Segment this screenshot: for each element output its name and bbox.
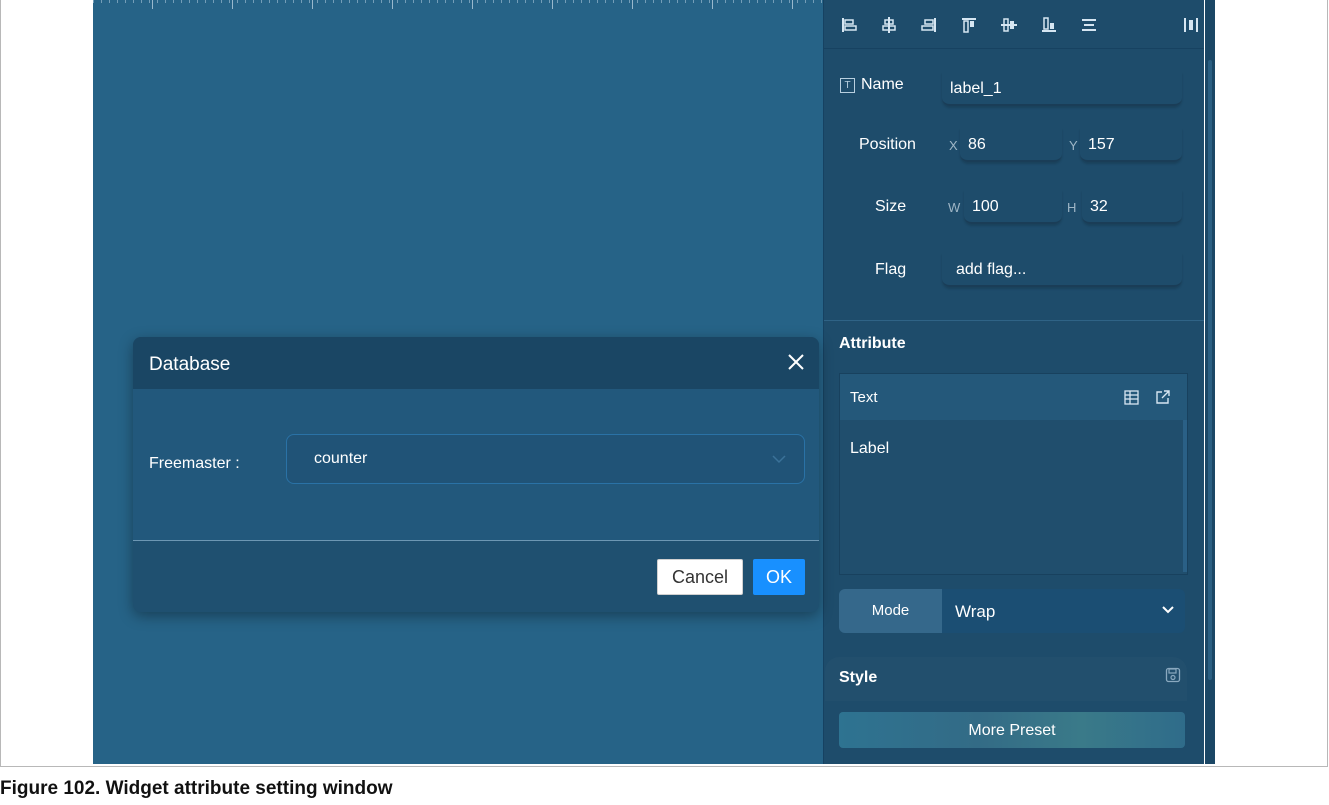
chevron-down-icon bbox=[772, 455, 786, 464]
y-label: Y bbox=[1069, 138, 1078, 153]
flag-label: Flag bbox=[875, 261, 907, 278]
align-left-icon[interactable] bbox=[841, 17, 857, 33]
mode-label: Mode bbox=[839, 589, 942, 633]
figure-caption: Figure 102. Widget attribute setting win… bbox=[0, 778, 393, 799]
dialog-header: Database bbox=[133, 337, 819, 389]
more-preset-button[interactable]: More Preset bbox=[839, 712, 1185, 748]
align-center-horizontal-icon[interactable] bbox=[881, 17, 897, 33]
position-label: Position bbox=[859, 136, 916, 153]
alignment-toolbar bbox=[824, 0, 1204, 49]
text-attribute-label: Text bbox=[850, 389, 878, 406]
add-flag-input[interactable]: add flag... bbox=[942, 253, 1182, 287]
distribute-horizontal-icon[interactable] bbox=[1081, 17, 1097, 33]
attribute-section-title: Attribute bbox=[839, 335, 906, 352]
align-right-icon[interactable] bbox=[921, 17, 937, 33]
size-row: Size W 100 H 32 bbox=[824, 178, 1204, 238]
flag-row: Flag add flag... bbox=[824, 243, 1204, 303]
text-box-scrollbar[interactable] bbox=[1183, 420, 1187, 572]
cancel-button[interactable]: Cancel bbox=[657, 559, 743, 595]
align-center-vertical-icon[interactable] bbox=[1001, 17, 1017, 33]
translation-table-icon[interactable] bbox=[1124, 390, 1139, 405]
freemaster-select-value: counter bbox=[314, 450, 368, 467]
position-row: Position X 86 Y 157 bbox=[824, 116, 1204, 176]
mode-select[interactable]: Wrap bbox=[942, 589, 1185, 633]
style-section-title: Style bbox=[839, 669, 878, 686]
name-input[interactable]: label_1 bbox=[942, 72, 1182, 106]
text-attribute-value[interactable]: Label bbox=[850, 440, 889, 458]
size-label: Size bbox=[875, 198, 907, 215]
freemaster-label: Freemaster : bbox=[149, 455, 240, 472]
close-icon[interactable] bbox=[787, 353, 805, 371]
text-type-icon: T bbox=[840, 78, 855, 93]
panel-scrollbar-thumb[interactable] bbox=[1208, 60, 1212, 680]
property-panel: T Name label_1 Position X 86 Y 157 Size … bbox=[823, 0, 1204, 764]
name-label: Name bbox=[861, 76, 904, 93]
panel-scrollbar[interactable] bbox=[1205, 0, 1215, 764]
save-icon[interactable] bbox=[1165, 667, 1181, 683]
distribute-vertical-icon[interactable] bbox=[1183, 17, 1199, 33]
mode-select-value: Wrap bbox=[955, 602, 996, 621]
size-w-input[interactable]: 100 bbox=[964, 190, 1062, 224]
style-section-header: Style bbox=[825, 657, 1187, 701]
x-label: X bbox=[949, 138, 958, 153]
section-divider bbox=[824, 320, 1204, 321]
h-label: H bbox=[1067, 200, 1077, 215]
position-y-input[interactable]: 157 bbox=[1080, 128, 1182, 162]
text-attribute-box: Text Label bbox=[839, 373, 1188, 575]
external-link-icon[interactable] bbox=[1155, 389, 1171, 405]
ok-button[interactable]: OK bbox=[753, 559, 805, 595]
align-bottom-icon[interactable] bbox=[1041, 17, 1057, 33]
database-dialog: Database Freemaster : counter Cancel OK bbox=[133, 337, 819, 612]
chevron-down-icon bbox=[1162, 606, 1174, 614]
w-label: W bbox=[948, 200, 961, 215]
horizontal-ruler bbox=[93, 0, 823, 16]
dialog-title: Database bbox=[149, 354, 231, 375]
size-h-input[interactable]: 32 bbox=[1082, 190, 1182, 224]
position-x-input[interactable]: 86 bbox=[960, 128, 1062, 162]
align-top-icon[interactable] bbox=[961, 17, 977, 33]
text-attribute-header: Text bbox=[840, 374, 1187, 420]
freemaster-select[interactable]: counter bbox=[286, 434, 805, 484]
